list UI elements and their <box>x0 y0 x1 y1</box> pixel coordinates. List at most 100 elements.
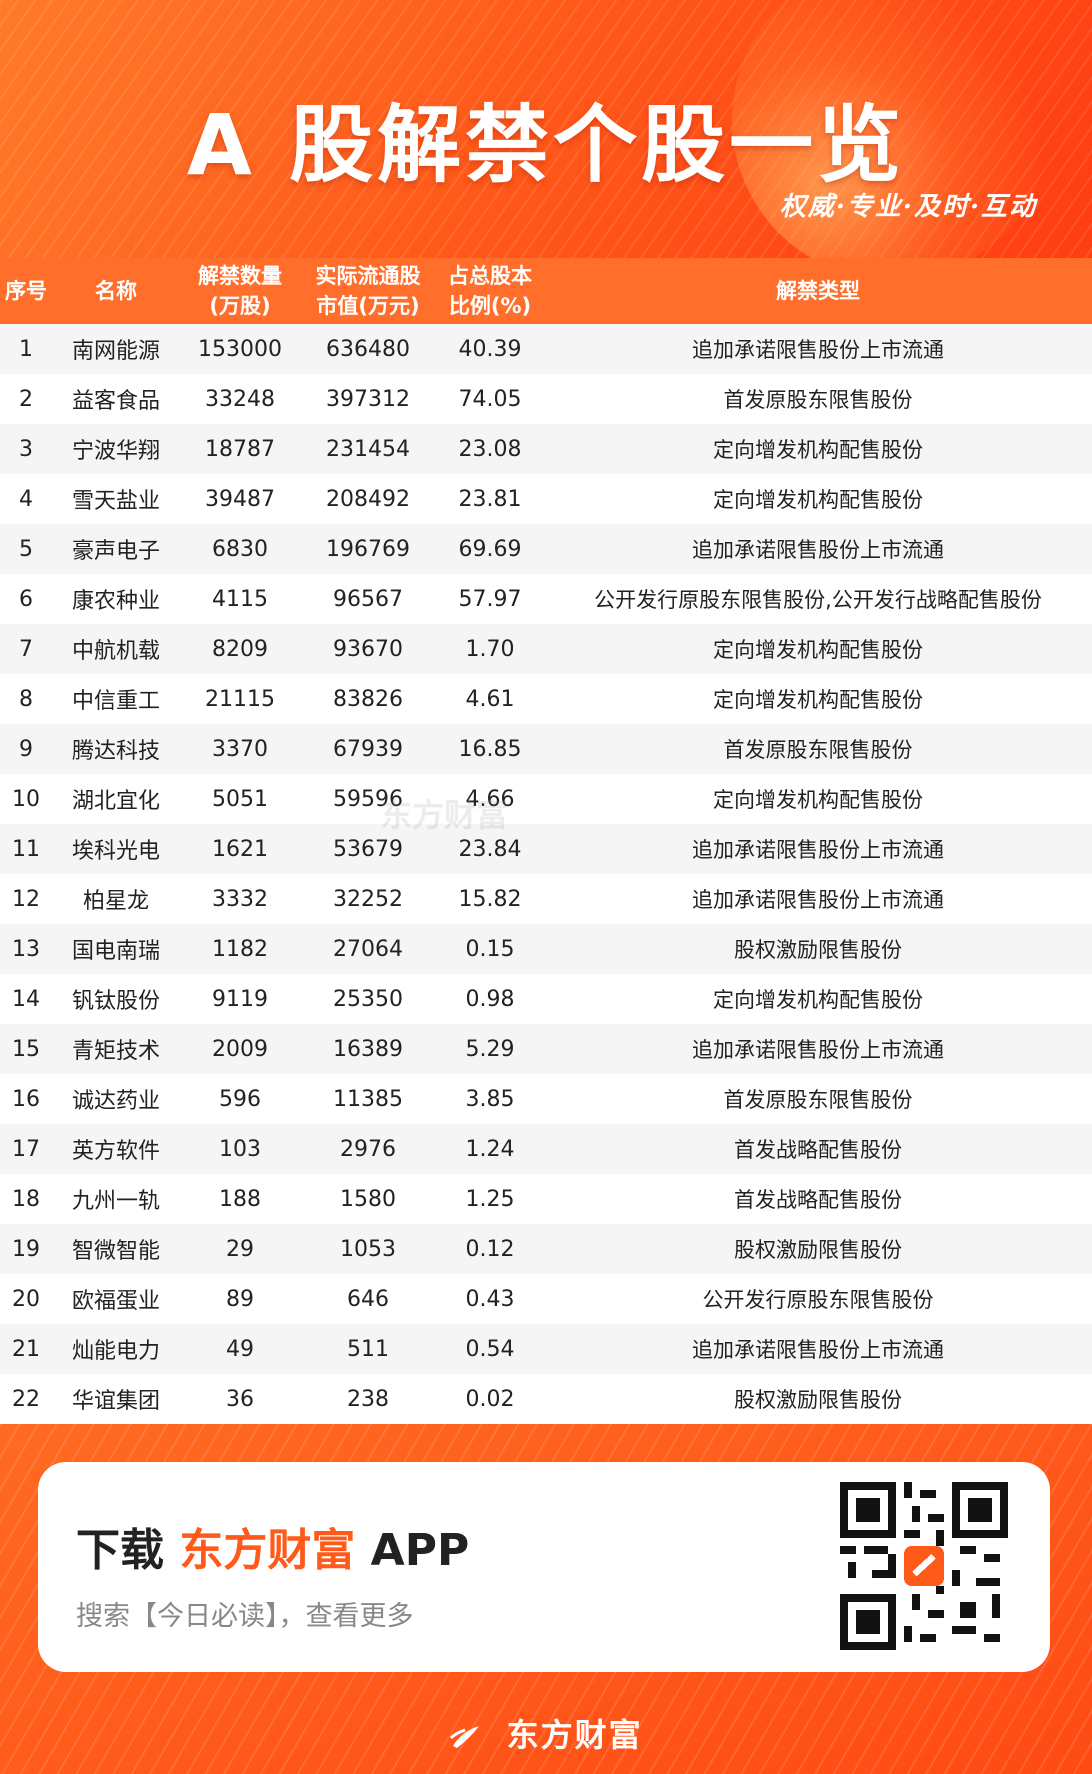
app-label: APP <box>370 1525 470 1576</box>
table-row: 6 康农种业 4115 96567 57.97 公开发行原股东限售股份,公开发行战略配售股… <box>0 574 1092 624</box>
cell-type: 股权激励限售股份 <box>544 1224 1092 1274</box>
cell-name: 南网能源 <box>52 324 180 374</box>
cell-qty: 153000 <box>180 324 300 374</box>
cell-index: 3 <box>0 424 52 474</box>
cell-index: 1 <box>0 324 52 374</box>
cell-type: 追加承诺限售股份上市流通 <box>544 1324 1092 1374</box>
cell-name: 柏星龙 <box>52 874 180 924</box>
cell-name: 中信重工 <box>52 674 180 724</box>
cell-ratio: 5.29 <box>436 1024 544 1074</box>
cell-type: 定向增发机构配售股份 <box>544 774 1092 824</box>
cell-name: 国电南瑞 <box>52 924 180 974</box>
download-prefix: 下载 <box>76 1525 164 1576</box>
cell-name: 九州一轨 <box>52 1174 180 1224</box>
cell-qty: 89 <box>180 1274 300 1324</box>
cell-ratio: 1.70 <box>436 624 544 674</box>
cell-value: 511 <box>300 1324 436 1374</box>
table-row: 1 南网能源 153000 636480 40.39 追加承诺限售股份上市流通 <box>0 324 1092 374</box>
cell-name: 埃科光电 <box>52 824 180 874</box>
cell-ratio: 74.05 <box>436 374 544 424</box>
cell-qty: 9119 <box>180 974 300 1024</box>
cell-name: 腾达科技 <box>52 724 180 774</box>
cell-name: 宁波华翔 <box>52 424 180 474</box>
cell-qty: 1621 <box>180 824 300 874</box>
cell-index: 13 <box>0 924 52 974</box>
table-row: 15 青矩技术 2009 16389 5.29 追加承诺限售股份上市流通 <box>0 1024 1092 1074</box>
cell-value: 59596 <box>300 774 436 824</box>
cell-value: 2976 <box>300 1124 436 1174</box>
cell-index: 14 <box>0 974 52 1024</box>
cell-name: 中航机载 <box>52 624 180 674</box>
table-row: 2 益客食品 33248 397312 74.05 首发原股东限售股份 <box>0 374 1092 424</box>
col-header-index: 序号 <box>0 258 52 324</box>
cell-name: 雪天盐业 <box>52 474 180 524</box>
table-header-row: 序号 名称 解禁数量 (万股) 实际流通股 市值(万元) 占总股本 比例(%) 解禁类… <box>0 258 1092 324</box>
cell-ratio: 16.85 <box>436 724 544 774</box>
cell-value: 93670 <box>300 624 436 674</box>
cell-index: 20 <box>0 1274 52 1324</box>
cell-qty: 36 <box>180 1374 300 1424</box>
cell-name: 灿能电力 <box>52 1324 180 1374</box>
cell-qty: 2009 <box>180 1024 300 1074</box>
header-banner: A 股解禁个股一览 权威·专业·及时·互动 <box>0 0 1092 258</box>
cell-qty: 49 <box>180 1324 300 1374</box>
cell-type: 首发原股东限售股份 <box>544 724 1092 774</box>
cell-type: 定向增发机构配售股份 <box>544 674 1092 724</box>
cell-index: 17 <box>0 1124 52 1174</box>
cell-value: 83826 <box>300 674 436 724</box>
cell-name: 钒钛股份 <box>52 974 180 1024</box>
cell-ratio: 0.15 <box>436 924 544 974</box>
cell-value: 208492 <box>300 474 436 524</box>
cell-type: 定向增发机构配售股份 <box>544 624 1092 674</box>
cell-value: 646 <box>300 1274 436 1324</box>
cell-name: 智微智能 <box>52 1224 180 1274</box>
cell-qty: 8209 <box>180 624 300 674</box>
cell-index: 2 <box>0 374 52 424</box>
cell-index: 11 <box>0 824 52 874</box>
cell-ratio: 0.54 <box>436 1324 544 1374</box>
cell-ratio: 0.43 <box>436 1274 544 1324</box>
col-header-value: 实际流通股 市值(万元) <box>300 258 436 324</box>
cell-type: 首发战略配售股份 <box>544 1174 1092 1224</box>
cell-name: 青矩技术 <box>52 1024 180 1074</box>
cell-ratio: 23.08 <box>436 424 544 474</box>
cell-index: 8 <box>0 674 52 724</box>
cell-value: 16389 <box>300 1024 436 1074</box>
cell-type: 公开发行原股东限售股份,公开发行战略配售股份 <box>544 574 1092 624</box>
download-subtitle: 搜索【今日必读】，查看更多 <box>76 1601 414 1632</box>
table-row: 22 华谊集团 36 238 0.02 股权激励限售股份 <box>0 1374 1092 1424</box>
cell-qty: 103 <box>180 1124 300 1174</box>
cell-type: 定向增发机构配售股份 <box>544 474 1092 524</box>
cell-name: 湖北宜化 <box>52 774 180 824</box>
cell-value: 238 <box>300 1374 436 1424</box>
cell-index: 15 <box>0 1024 52 1074</box>
cell-name: 欧福蛋业 <box>52 1274 180 1324</box>
cell-qty: 3370 <box>180 724 300 774</box>
cell-ratio: 0.12 <box>436 1224 544 1274</box>
cell-index: 9 <box>0 724 52 774</box>
cell-index: 21 <box>0 1324 52 1374</box>
table-row: 13 国电南瑞 1182 27064 0.15 股权激励限售股份 <box>0 924 1092 974</box>
cell-type: 追加承诺限售股份上市流通 <box>544 524 1092 574</box>
cell-qty: 33248 <box>180 374 300 424</box>
download-card[interactable]: 下载 东方财富 APP 搜索【今日必读】，查看更多 <box>38 1462 1050 1672</box>
col-header-ratio: 占总股本 比例(%) <box>436 258 544 324</box>
table-row: 7 中航机载 8209 93670 1.70 定向增发机构配售股份 <box>0 624 1092 674</box>
cell-ratio: 69.69 <box>436 524 544 574</box>
cell-index: 16 <box>0 1074 52 1124</box>
cell-value: 53679 <box>300 824 436 874</box>
cell-index: 19 <box>0 1224 52 1274</box>
cell-type: 公开发行原股东限售股份 <box>544 1274 1092 1324</box>
table-row: 4 雪天盐业 39487 208492 23.81 定向增发机构配售股份 <box>0 474 1092 524</box>
table-row: 12 柏星龙 3332 32252 15.82 追加承诺限售股份上市流通 <box>0 874 1092 924</box>
cell-name: 华谊集团 <box>52 1374 180 1424</box>
qr-code-icon[interactable] <box>840 1482 1008 1650</box>
cell-index: 6 <box>0 574 52 624</box>
cell-index: 4 <box>0 474 52 524</box>
cell-type: 追加承诺限售股份上市流通 <box>544 874 1092 924</box>
cell-value: 32252 <box>300 874 436 924</box>
cell-qty: 3332 <box>180 874 300 924</box>
cell-type: 追加承诺限售股份上市流通 <box>544 824 1092 874</box>
footer-logo: 东方财富 <box>0 1710 1092 1756</box>
footer-logo-text: 东方财富 <box>506 1716 643 1754</box>
